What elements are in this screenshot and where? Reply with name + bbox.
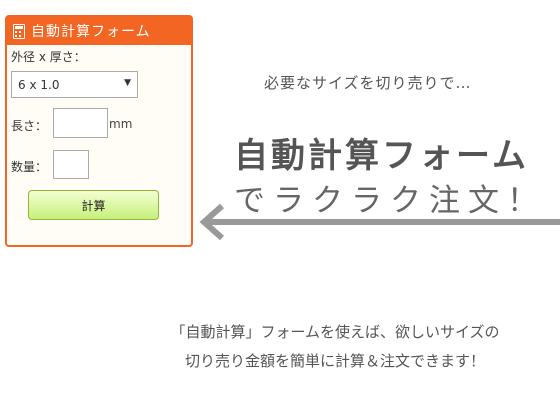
size-select[interactable]: 6 x 1.0 ▼: [11, 71, 138, 98]
form-header: 自動計算フォーム: [7, 17, 191, 45]
length-input[interactable]: [53, 108, 108, 138]
length-label: 長さ：: [11, 119, 48, 133]
dropdown-arrow-icon: ▼: [124, 78, 131, 88]
promo-description: 「自動計算」フォームを使えば、欲しいサイズの 切り売り金額を簡単に計算＆注文でき…: [120, 318, 550, 376]
length-unit: mm: [109, 117, 133, 131]
description-line-2: 切り売り金額を簡単に計算＆注文できます！: [184, 352, 485, 370]
size-label: 外径 x 厚さ：: [11, 50, 86, 64]
calculator-icon: [13, 23, 25, 39]
description-line-1: 「自動計算」フォームを使えば、欲しいサイズの: [170, 323, 500, 341]
left-arrow-icon: [199, 203, 560, 241]
calculate-button[interactable]: 計算: [28, 190, 159, 220]
size-selected-value: 6 x 1.0: [18, 77, 60, 92]
promo-headline: 自動計算フォーム: [234, 136, 529, 176]
quantity-input[interactable]: [53, 150, 89, 179]
promo-tagline: 必要なサイズを切り売りで…: [264, 74, 472, 92]
form-title: 自動計算フォーム: [31, 24, 151, 40]
quantity-label: 数量：: [11, 160, 48, 174]
